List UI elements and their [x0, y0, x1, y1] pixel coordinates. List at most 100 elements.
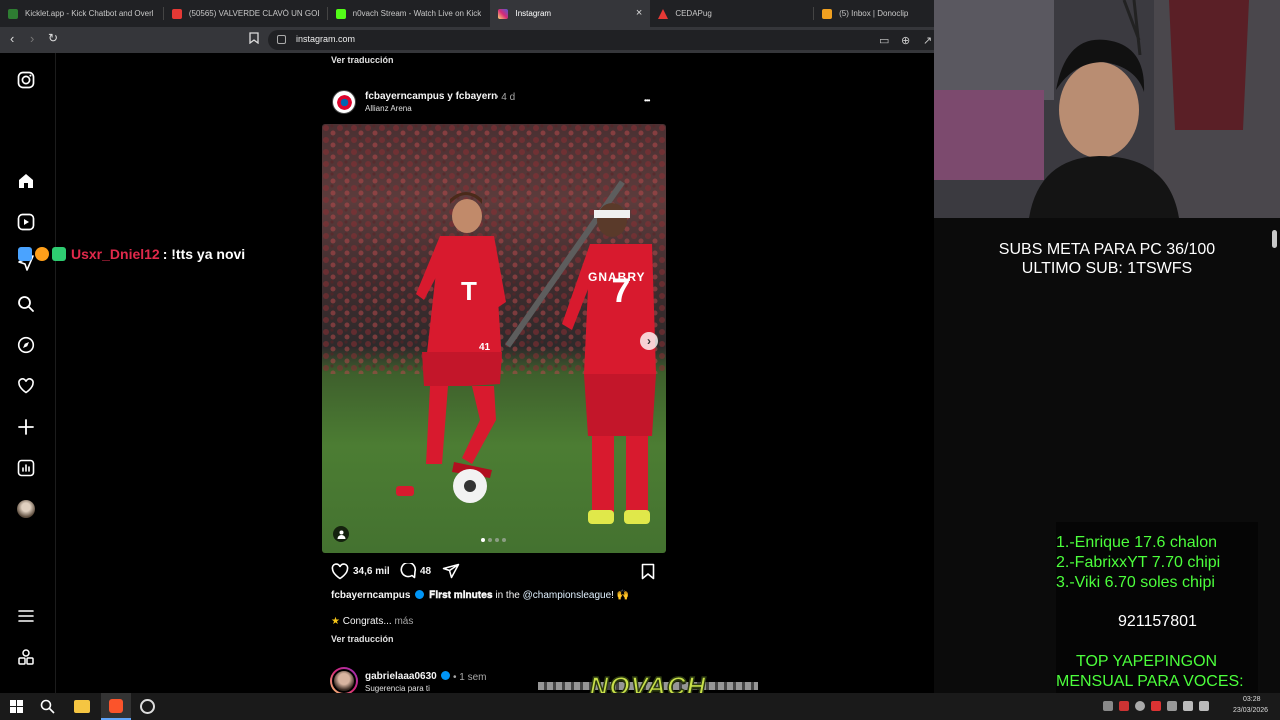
mic-tray-icon[interactable] [1119, 701, 1129, 711]
chat-badge-icon [35, 247, 49, 261]
taskbar-brave[interactable] [101, 693, 131, 720]
sub-goal: SUBS META PARA PC 36/100 [998, 241, 1216, 258]
steam-tray-icon[interactable] [1135, 701, 1145, 711]
translate-link[interactable]: Ver traducción [331, 634, 394, 644]
profile-avatar[interactable] [16, 499, 36, 519]
discord-tray-icon[interactable] [1103, 701, 1113, 711]
tab-donoclip[interactable]: (5) Inbox | Donoclip [814, 0, 934, 27]
tab-kicklet[interactable]: Kicklet.app - Kick Chatbot and Overl [0, 0, 163, 27]
tab-title: Instagram [515, 9, 552, 18]
obs-icon[interactable] [140, 699, 155, 714]
comments-count[interactable]: 48 [420, 566, 431, 577]
tab-title: CEDAPug [675, 9, 712, 18]
caption-mention[interactable]: @championsleague [523, 590, 612, 601]
chat-badge-icon [18, 247, 32, 261]
tab-youtube[interactable]: (50565) VALVERDE CLAVÓ UN GOLA [164, 0, 327, 27]
chat-badge-icon [52, 247, 66, 261]
next-post-username[interactable]: gabrielaaa0630 [365, 671, 437, 682]
next-post-avatar[interactable] [330, 667, 358, 695]
post-image[interactable]: T 7 GNABRY 41 › [322, 124, 666, 553]
chat-message: Usxr_Dniel12 : !tts ya novi [18, 246, 245, 262]
notifications-heart-icon[interactable] [16, 376, 36, 396]
heart-icon [331, 563, 349, 580]
verified-badge-icon [415, 590, 425, 599]
bookmark-icon[interactable] [249, 32, 259, 47]
file-explorer-icon[interactable] [74, 700, 90, 713]
next-photo-button[interactable]: › [640, 332, 658, 350]
tab-title: n0vach Stream - Watch Live on Kick [352, 9, 482, 18]
address-bar: ‹ › ↻ instagram.com ▭ ⊕ ↗ [0, 27, 934, 53]
install-app-icon[interactable]: ▭ [879, 34, 889, 47]
menu-icon[interactable] [16, 606, 36, 626]
reload-icon[interactable]: ↻ [48, 31, 58, 45]
clock-date[interactable]: 23/03/2026 [1233, 707, 1268, 714]
search-icon[interactable] [16, 294, 36, 314]
suggestion-label: Sugerencia para ti [365, 684, 430, 693]
carousel-dots [481, 538, 506, 542]
donor-phone: 921157801 [1118, 613, 1197, 630]
like-button[interactable] [331, 563, 349, 585]
top-title: TOP YAPEPINGON [1076, 653, 1218, 670]
comment-icon [400, 561, 417, 579]
app-tray-icon[interactable] [1151, 701, 1161, 711]
create-plus-icon[interactable] [16, 417, 36, 437]
chat-username: Usxr_Dniel12 [71, 246, 160, 262]
share-icon[interactable]: ↗ [923, 34, 932, 47]
explore-icon[interactable] [16, 335, 36, 355]
tab-title: (50565) VALVERDE CLAVÓ UN GOLA [188, 9, 319, 18]
post-author-avatar[interactable] [332, 90, 356, 114]
also-from-meta-icon[interactable] [16, 647, 36, 667]
post-photo-illustration: T 7 [322, 124, 666, 524]
network-icon[interactable] [1183, 701, 1193, 711]
back-icon[interactable]: ‹ [10, 31, 14, 46]
page-scrollbar[interactable] [1272, 230, 1277, 248]
dashboard-icon[interactable] [16, 458, 36, 478]
caption-username[interactable]: fcbayerncampus [331, 590, 410, 601]
translate-link[interactable]: Ver traducción [331, 55, 394, 65]
comment-preview-text: Congrats... [342, 616, 392, 627]
instagram-favicon-icon [498, 8, 509, 19]
post-age: • 4 d [495, 92, 516, 103]
jersey-number: 41 [479, 342, 491, 353]
tab-close-icon[interactable]: × [636, 7, 642, 19]
jersey-name: GNABRY [588, 270, 646, 284]
zoom-icon[interactable]: ⊕ [901, 34, 910, 47]
site-info-icon[interactable] [277, 35, 286, 44]
reels-icon[interactable] [16, 212, 36, 232]
url-field[interactable]: instagram.com ▭ ⊕ ↗ [268, 30, 934, 50]
caption-text: in the [495, 590, 520, 601]
donors-panel: 1.-Enrique 17.6 chalon 2.-FabrixxYT 7.70… [1056, 522, 1258, 694]
tab-instagram[interactable]: Instagram × [490, 0, 651, 27]
bookmark-icon [641, 563, 655, 580]
comment-button[interactable] [399, 561, 417, 585]
webcam-feed [934, 0, 1280, 218]
app-tray-icon[interactable] [1167, 701, 1177, 711]
volume-icon[interactable] [1199, 701, 1209, 711]
tagged-people-button[interactable] [333, 526, 349, 542]
windows-start-icon[interactable] [10, 700, 23, 713]
system-tray [1103, 701, 1209, 711]
tab-title: (5) Inbox | Donoclip [839, 9, 909, 18]
taskbar-search-icon[interactable] [40, 699, 55, 719]
donor-row: 1.-Enrique 17.6 chalon [1056, 534, 1217, 551]
webcam-illustration [934, 0, 1280, 218]
tab-kick[interactable]: n0vach Stream - Watch Live on Kick [328, 0, 491, 27]
instagram-logo-icon[interactable] [16, 70, 36, 90]
clock-time[interactable]: 03:28 [1243, 696, 1261, 703]
share-button[interactable] [442, 563, 460, 585]
tab-cedapug[interactable]: CEDAPug [650, 0, 813, 27]
post-more-options-icon[interactable]: ••• [644, 96, 650, 105]
post-location[interactable]: Allianz Arena [365, 104, 412, 113]
likes-count[interactable]: 34,6 mil [353, 566, 390, 577]
home-icon[interactable] [16, 171, 36, 191]
kicklet-favicon-icon [8, 8, 18, 19]
forward-icon[interactable]: › [30, 31, 34, 46]
youtube-favicon-icon [171, 8, 182, 19]
save-button[interactable] [641, 563, 655, 585]
more-link[interactable]: más [394, 616, 413, 627]
comment-preview: ★ Congrats... más [331, 616, 413, 627]
share-icon [442, 563, 460, 579]
donor-row: 3.-Viki 6.70 soles chipi [1056, 574, 1215, 591]
post-authors[interactable]: fcbayerncampus y fcbayern [365, 91, 497, 102]
next-post-age: • 1 sem [453, 672, 487, 683]
